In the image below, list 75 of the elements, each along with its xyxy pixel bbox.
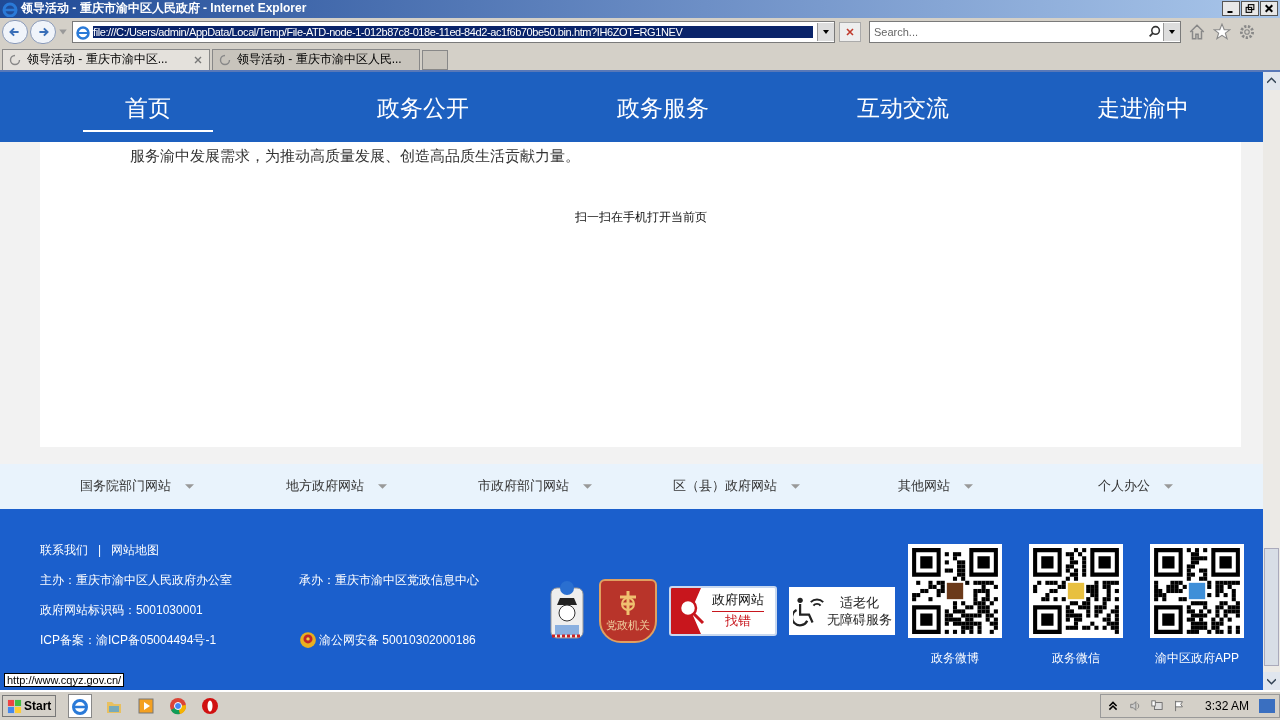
footer-text: ICP备案：渝ICP备05004494号-1 [40, 631, 218, 649]
close-icon [1262, 3, 1276, 15]
footer-text: 主办：重庆市渝中区人民政府办公室 [40, 571, 233, 589]
internet-explorer-icon[interactable] [68, 694, 93, 719]
footer-link[interactable]: 联系我们 [40, 541, 88, 559]
site-links-dropdown[interactable]: 个人办公 [1098, 477, 1173, 496]
site-links-dropdown[interactable]: 市政府部门网站 [478, 477, 673, 496]
loading-icon [9, 53, 21, 66]
stop-button[interactable] [839, 21, 861, 42]
caret-icon [791, 482, 800, 490]
caret-icon [185, 482, 194, 490]
nav-item[interactable]: 政务服务 [543, 71, 783, 142]
search-field[interactable]: Search... [869, 20, 1181, 43]
home-icon[interactable] [1188, 22, 1206, 41]
star-icon[interactable] [1213, 22, 1231, 41]
scroll-up-icon[interactable] [1267, 77, 1276, 85]
police-emblem-icon [299, 631, 317, 650]
caret-icon [1164, 482, 1173, 490]
ie-logo-icon [75, 23, 91, 40]
nav-item[interactable]: 政务公开 [303, 71, 543, 142]
qr-hint: 扫一扫在手机打开当前页 [573, 208, 708, 226]
police-mascot-badge[interactable] [547, 579, 587, 642]
restore-icon [1243, 3, 1257, 15]
address-field[interactable]: file:///C:/Users/admin/AppData/Local/Temp/File-ATD-node-1-012b87c8-018e-11ed-84d2-ac1f6b70be50.bin.htm?IH6ZOT=RG1NEV [72, 20, 835, 43]
show-desktop-button[interactable] [1259, 699, 1275, 714]
back-button[interactable] [2, 19, 28, 44]
separator: | [98, 543, 102, 558]
accessibility-badge[interactable]: 适老化 无障碍服务 [789, 586, 895, 635]
close-button[interactable] [1260, 1, 1278, 17]
minimize-button[interactable] [1222, 1, 1240, 17]
status-tooltip: http://www.cqyz.gov.cn/ [4, 673, 125, 688]
footer-text: 政府网站标识码：5001030001 [40, 601, 204, 619]
report-error-badge[interactable]: 政府网站 找错 [669, 585, 777, 636]
windows-logo-icon [7, 698, 22, 714]
close-icon[interactable] [193, 54, 203, 65]
footer-link[interactable]: 网站地图 [111, 541, 160, 559]
search-icon[interactable] [1148, 25, 1161, 39]
scroll-thumb[interactable] [1264, 547, 1279, 666]
caret-icon [964, 482, 973, 490]
dropdown-arrow-icon[interactable] [1168, 27, 1176, 36]
loading-icon [219, 53, 231, 66]
site-links-dropdown[interactable]: 地方政府网站 [286, 477, 478, 496]
close-icon [844, 26, 856, 37]
article-text: 服务渝中发展需求，为推动高质量发展、创造高品质生活贡献力量。 [130, 145, 581, 166]
nav-item[interactable]: 互动交流 [783, 71, 1023, 142]
party-government-badge[interactable]: 党政机关 [599, 578, 657, 643]
clock[interactable]: 3:32 AM [1204, 699, 1249, 714]
browser-tab[interactable]: 领导活动 - 重庆市渝中区人民... [212, 48, 420, 70]
start-button[interactable]: Start [2, 695, 57, 718]
chrome-icon[interactable] [168, 696, 189, 717]
qr-caption: 渝中区政府APP [1155, 649, 1239, 667]
restore-button[interactable] [1241, 1, 1259, 17]
site-links-dropdown[interactable]: 区（县）政府网站 [673, 477, 898, 496]
ie-logo-icon [2, 0, 18, 17]
dropdown-arrow-icon[interactable] [822, 27, 830, 36]
media-player-icon[interactable] [136, 696, 157, 717]
footer-text: 承办：重庆市渝中区党政信息中心 [299, 571, 479, 589]
caret-icon [378, 482, 387, 490]
opera-icon[interactable] [200, 696, 221, 717]
nav-item[interactable]: 走进渝中 [1023, 71, 1263, 142]
scrollbar[interactable] [1263, 71, 1280, 691]
scroll-down-icon[interactable] [1267, 677, 1276, 685]
minimize-icon [1227, 11, 1233, 14]
new-tab-button[interactable] [422, 49, 448, 70]
browser-tab[interactable]: 领导活动 - 重庆市渝中区... [2, 48, 210, 70]
site-links-dropdown[interactable]: 其他网站 [898, 477, 1098, 496]
forward-button[interactable] [30, 19, 56, 44]
window-title: 领导活动 - 重庆市渝中区人民政府 - Internet Explorer [21, 0, 308, 18]
site-links-dropdown[interactable]: 国务院部门网站 [80, 477, 286, 496]
flag-icon[interactable] [1172, 699, 1185, 714]
qr-caption: 政务微博 [931, 649, 979, 667]
caret-icon [583, 482, 592, 490]
qr-caption: 政务微信 [1052, 649, 1100, 667]
footer-text: 渝公网安备 50010302000186 [319, 631, 476, 649]
settings-icon[interactable] [1238, 22, 1256, 41]
